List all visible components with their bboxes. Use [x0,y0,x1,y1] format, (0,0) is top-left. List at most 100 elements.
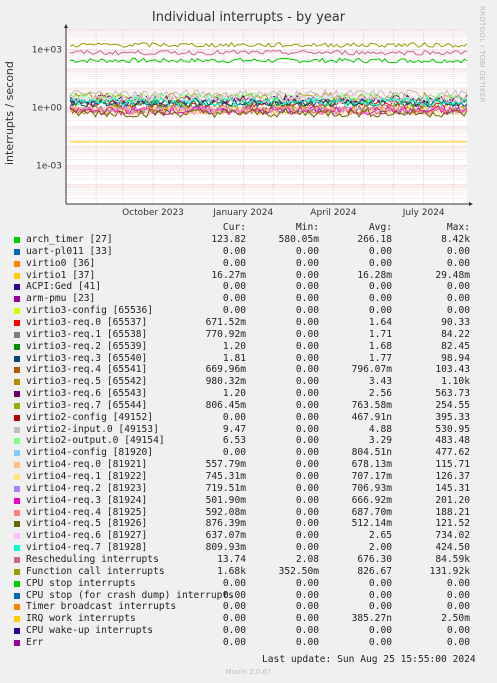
legend-value-avg: 1.71 [368,328,392,340]
legend-value-max: 0.00 [446,281,470,293]
x-tick-label: July 2024 [402,208,445,218]
legend-row: virtio4-req.4 [81925] 592.08m 0.00 687.70m 1… [14,507,494,519]
legend-value-avg: 0.00 [368,589,392,601]
legend-row: arm-pmu [23] 0.00 0.00 0.00 0.00 [14,293,494,305]
legend-row: virtio1 [37] 16.27m 0.00 16.28m 29.48m [14,270,494,282]
legend-value-avg: 16.28m [357,269,392,281]
legend-value-min: 0.00 [295,506,319,518]
x-tick-label: January 2024 [212,208,273,218]
chart-plot: 1e+03 1e+00 1e-03 October 2023 January 2024 A… [32,24,473,218]
legend-row: arch_timer [27] 123.82 580.05m 266.18 8.42k [14,234,494,246]
legend-value-cur: 0.00 [222,293,246,305]
legend-value-cur: 0.00 [222,577,246,589]
legend-row: Timer broadcast interrupts 0.00 0.00 0.00 0.… [14,601,494,613]
legend-swatch [14,355,20,362]
legend-series-name: virtio3-req.1 [65538] [26,328,148,340]
legend-header: Avg: [368,222,392,233]
legend-series-name: IRQ work interrupts [26,613,136,625]
y-tick-label: 1e+00 [32,103,63,113]
legend-row: virtio3-req.2 [65539] 1.20 0.00 1.68 82.45 [14,341,494,353]
legend-value-max: 98.94 [441,352,470,364]
legend-row: virtio4-req.5 [81926] 876.39m 0.00 512.14m 1… [14,518,494,530]
legend-row: virtio4-req.7 [81928] 809.93m 0.00 2.00 424.… [14,542,494,554]
legend-row: virtio2-output.0 [49154] 6.53 0.00 3.29 483.… [14,435,494,447]
legend-value-max: 82.45 [441,340,470,352]
legend-value-avg: 804.51n [351,447,392,459]
legend-value-cur: 16.27m [211,269,246,281]
x-axis-arrow [469,202,473,206]
legend-value-cur: 0.00 [222,601,246,613]
legend-value-min: 0.00 [295,316,319,328]
legend-value-max: 126.37 [435,471,470,482]
munin-version: Munin 2.0.67 [225,668,272,676]
legend-value-avg: 0.00 [368,257,392,269]
legend-row: virtio2-input.0 [49153] 9.47 0.00 4.88 530.9… [14,424,494,436]
legend-value-avg: 4.88 [368,423,392,435]
legend-value-max: 0.00 [446,625,470,637]
legend-row: virtio3-req.6 [65543] 1.20 0.00 2.56 563.73 [14,388,494,400]
legend-value-max: 0.00 [446,245,470,257]
legend-series-name: virtio0 [36] [26,257,96,269]
legend-value-avg: 266.18 [357,234,392,245]
legend-series-name: virtio4-config [81920] [26,447,154,459]
legend-value-min: 0.00 [295,305,319,317]
legend-row: virtio4-req.6 [81927] 637.07m 0.00 2.65 734.… [14,530,494,542]
legend-row: virtio3-req.5 [65542] 980.32m 0.00 3.43 1.10… [14,376,494,388]
legend-value-max: 0.00 [446,636,470,648]
legend-series-name: arm-pmu [23] [26,293,96,305]
legend-series-name: virtio4-req.3 [81924] [26,494,148,506]
x-tick-label: October 2023 [122,208,184,218]
legend-row: virtio4-config [81920] 0.00 0.00 804.51n 477… [14,447,494,459]
legend-value-min: 0.00 [295,376,319,388]
legend-swatch [14,438,20,445]
legend-row: Err 0.00 0.00 0.00 0.00 [14,637,494,649]
legend-value-avg: 2.00 [368,542,392,554]
legend-series-name: CPU wake-up interrupts [26,625,154,637]
legend-header: Min: [295,222,319,233]
legend-series-name: arch_timer [27] [26,234,113,245]
legend-row: virtio3-req.3 [65540] 1.81 0.00 1.77 98.94 [14,353,494,365]
legend-value-max: 254.55 [435,399,470,411]
legend-swatch [14,367,20,374]
legend-value-cur: 809.93m [205,542,246,554]
legend-series-name: virtio3-req.2 [65539] [26,340,148,352]
legend-value-max: 115.71 [435,459,470,471]
legend-value-min: 0.00 [295,423,319,435]
legend-value-min: 0.00 [295,257,319,269]
legend-swatch [14,509,20,516]
legend-series-name: uart-pl011 [33] [26,245,113,257]
legend-value-min: 0.00 [295,577,319,589]
legend-value-cur: 557.79m [205,459,246,471]
legend-value-max: 0.00 [446,257,470,269]
legend-value-min: 0.00 [295,613,319,625]
legend-value-avg: 0.00 [368,577,392,589]
legend-value-cur: 1.68k [217,565,246,577]
legend-series-name: virtio4-req.4 [81925] [26,506,148,518]
legend-value-cur: 0.00 [222,281,246,293]
legend-value-min: 0.00 [295,340,319,352]
legend-swatch [14,319,20,326]
legend-swatch [14,284,20,291]
legend-row: uart-pl011 [33] 0.00 0.00 0.00 0.00 [14,246,494,258]
legend-value-cur: 806.45m [205,399,246,411]
legend-swatch [14,402,20,409]
legend-value-max: 145.31 [435,482,470,494]
legend-series-name: virtio1 [37] [26,269,96,281]
legend-value-cur: 0.00 [222,411,246,423]
legend-swatch [14,556,20,563]
legend-value-cur: 9.47 [222,423,246,435]
legend-value-cur: 13.74 [217,553,246,565]
legend-value-max: 188.21 [435,506,470,518]
legend-series-name: Function call interrupts [26,565,165,577]
legend-swatch [14,296,20,303]
legend-swatch [14,331,20,338]
legend-swatch [14,580,20,587]
legend-row: virtio2-config [49152] 0.00 0.00 467.91n 395… [14,412,494,424]
legend-value-cur: 0.00 [222,257,246,269]
legend-value-cur: 719.51m [205,482,246,494]
legend-row: virtio0 [36] 0.00 0.00 0.00 0.00 [14,258,494,270]
legend-value-min: 0.00 [295,459,319,471]
legend-value-cur: 1.20 [222,388,246,400]
legend-row: virtio3-config [65536] 0.00 0.00 0.00 0.00 [14,305,494,317]
legend-value-cur: 0.00 [222,245,246,257]
